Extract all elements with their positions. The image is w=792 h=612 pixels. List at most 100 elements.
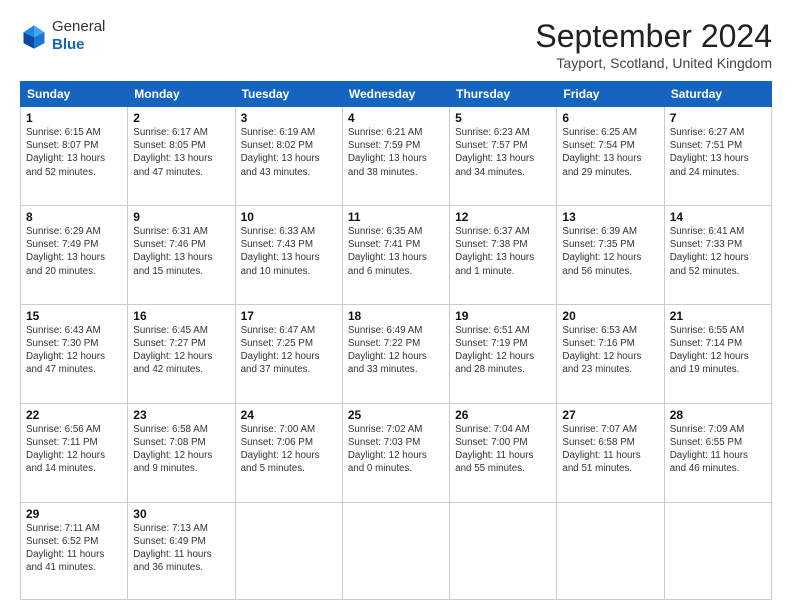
day-number: 9 [133, 210, 229, 224]
day-detail: Sunrise: 6:43 AMSunset: 7:30 PMDaylight:… [26, 324, 122, 377]
calendar-cell: 21Sunrise: 6:55 AMSunset: 7:14 PMDayligh… [664, 304, 771, 403]
day-number: 6 [562, 111, 658, 125]
week-row-3: 15Sunrise: 6:43 AMSunset: 7:30 PMDayligh… [21, 304, 772, 403]
title-block: September 2024 Tayport, Scotland, United… [535, 18, 772, 71]
day-detail: Sunrise: 6:47 AMSunset: 7:25 PMDaylight:… [241, 324, 337, 377]
day-detail: Sunrise: 7:00 AMSunset: 7:06 PMDaylight:… [241, 423, 337, 476]
month-title: September 2024 [535, 18, 772, 55]
day-number: 25 [348, 408, 444, 422]
calendar-cell: 30Sunrise: 7:13 AMSunset: 6:49 PMDayligh… [128, 502, 235, 600]
calendar-cell: 22Sunrise: 6:56 AMSunset: 7:11 PMDayligh… [21, 403, 128, 502]
col-header-sunday: Sunday [21, 82, 128, 107]
calendar-cell: 9Sunrise: 6:31 AMSunset: 7:46 PMDaylight… [128, 205, 235, 304]
calendar-cell: 28Sunrise: 7:09 AMSunset: 6:55 PMDayligh… [664, 403, 771, 502]
logo: General Blue [20, 18, 105, 54]
day-number: 28 [670, 408, 766, 422]
day-detail: Sunrise: 6:58 AMSunset: 7:08 PMDaylight:… [133, 423, 229, 476]
calendar-cell: 26Sunrise: 7:04 AMSunset: 7:00 PMDayligh… [450, 403, 557, 502]
day-detail: Sunrise: 7:07 AMSunset: 6:58 PMDaylight:… [562, 423, 658, 476]
day-detail: Sunrise: 7:02 AMSunset: 7:03 PMDaylight:… [348, 423, 444, 476]
calendar-cell: 2Sunrise: 6:17 AMSunset: 8:05 PMDaylight… [128, 107, 235, 206]
day-detail: Sunrise: 6:17 AMSunset: 8:05 PMDaylight:… [133, 126, 229, 179]
calendar-cell: 4Sunrise: 6:21 AMSunset: 7:59 PMDaylight… [342, 107, 449, 206]
day-detail: Sunrise: 6:39 AMSunset: 7:35 PMDaylight:… [562, 225, 658, 278]
calendar-cell: 13Sunrise: 6:39 AMSunset: 7:35 PMDayligh… [557, 205, 664, 304]
day-number: 19 [455, 309, 551, 323]
day-number: 30 [133, 507, 229, 521]
day-number: 14 [670, 210, 766, 224]
logo-text: General Blue [52, 18, 105, 54]
day-detail: Sunrise: 6:49 AMSunset: 7:22 PMDaylight:… [348, 324, 444, 377]
calendar-cell [342, 502, 449, 600]
day-detail: Sunrise: 6:55 AMSunset: 7:14 PMDaylight:… [670, 324, 766, 377]
day-detail: Sunrise: 7:04 AMSunset: 7:00 PMDaylight:… [455, 423, 551, 476]
day-number: 22 [26, 408, 122, 422]
calendar-cell [450, 502, 557, 600]
week-row-2: 8Sunrise: 6:29 AMSunset: 7:49 PMDaylight… [21, 205, 772, 304]
calendar-cell: 14Sunrise: 6:41 AMSunset: 7:33 PMDayligh… [664, 205, 771, 304]
location: Tayport, Scotland, United Kingdom [535, 55, 772, 71]
day-detail: Sunrise: 6:53 AMSunset: 7:16 PMDaylight:… [562, 324, 658, 377]
day-number: 13 [562, 210, 658, 224]
calendar-cell: 3Sunrise: 6:19 AMSunset: 8:02 PMDaylight… [235, 107, 342, 206]
calendar-cell: 27Sunrise: 7:07 AMSunset: 6:58 PMDayligh… [557, 403, 664, 502]
page: General Blue September 2024 Tayport, Sco… [0, 0, 792, 612]
calendar-cell: 5Sunrise: 6:23 AMSunset: 7:57 PMDaylight… [450, 107, 557, 206]
day-number: 4 [348, 111, 444, 125]
calendar-cell [557, 502, 664, 600]
calendar-table: SundayMondayTuesdayWednesdayThursdayFrid… [20, 81, 772, 600]
calendar-cell: 18Sunrise: 6:49 AMSunset: 7:22 PMDayligh… [342, 304, 449, 403]
calendar-cell: 8Sunrise: 6:29 AMSunset: 7:49 PMDaylight… [21, 205, 128, 304]
day-detail: Sunrise: 6:56 AMSunset: 7:11 PMDaylight:… [26, 423, 122, 476]
day-number: 7 [670, 111, 766, 125]
day-number: 18 [348, 309, 444, 323]
col-header-saturday: Saturday [664, 82, 771, 107]
day-detail: Sunrise: 7:11 AMSunset: 6:52 PMDaylight:… [26, 522, 122, 575]
calendar-cell: 19Sunrise: 6:51 AMSunset: 7:19 PMDayligh… [450, 304, 557, 403]
day-number: 26 [455, 408, 551, 422]
calendar-cell [235, 502, 342, 600]
col-header-monday: Monday [128, 82, 235, 107]
day-number: 5 [455, 111, 551, 125]
day-detail: Sunrise: 7:13 AMSunset: 6:49 PMDaylight:… [133, 522, 229, 575]
day-detail: Sunrise: 6:37 AMSunset: 7:38 PMDaylight:… [455, 225, 551, 278]
calendar-cell: 16Sunrise: 6:45 AMSunset: 7:27 PMDayligh… [128, 304, 235, 403]
day-detail: Sunrise: 6:29 AMSunset: 7:49 PMDaylight:… [26, 225, 122, 278]
calendar-cell: 12Sunrise: 6:37 AMSunset: 7:38 PMDayligh… [450, 205, 557, 304]
day-number: 10 [241, 210, 337, 224]
day-number: 15 [26, 309, 122, 323]
day-detail: Sunrise: 6:45 AMSunset: 7:27 PMDaylight:… [133, 324, 229, 377]
day-detail: Sunrise: 6:15 AMSunset: 8:07 PMDaylight:… [26, 126, 122, 179]
calendar-cell: 6Sunrise: 6:25 AMSunset: 7:54 PMDaylight… [557, 107, 664, 206]
calendar-cell: 15Sunrise: 6:43 AMSunset: 7:30 PMDayligh… [21, 304, 128, 403]
day-number: 8 [26, 210, 122, 224]
calendar-cell [664, 502, 771, 600]
day-number: 11 [348, 210, 444, 224]
col-header-thursday: Thursday [450, 82, 557, 107]
week-row-1: 1Sunrise: 6:15 AMSunset: 8:07 PMDaylight… [21, 107, 772, 206]
logo-icon [20, 22, 48, 50]
day-number: 24 [241, 408, 337, 422]
day-detail: Sunrise: 6:21 AMSunset: 7:59 PMDaylight:… [348, 126, 444, 179]
col-header-friday: Friday [557, 82, 664, 107]
calendar-cell: 10Sunrise: 6:33 AMSunset: 7:43 PMDayligh… [235, 205, 342, 304]
day-number: 17 [241, 309, 337, 323]
col-header-tuesday: Tuesday [235, 82, 342, 107]
calendar-cell: 17Sunrise: 6:47 AMSunset: 7:25 PMDayligh… [235, 304, 342, 403]
calendar-cell: 7Sunrise: 6:27 AMSunset: 7:51 PMDaylight… [664, 107, 771, 206]
day-detail: Sunrise: 6:51 AMSunset: 7:19 PMDaylight:… [455, 324, 551, 377]
day-number: 21 [670, 309, 766, 323]
calendar-cell: 24Sunrise: 7:00 AMSunset: 7:06 PMDayligh… [235, 403, 342, 502]
day-number: 12 [455, 210, 551, 224]
day-number: 16 [133, 309, 229, 323]
calendar-cell: 29Sunrise: 7:11 AMSunset: 6:52 PMDayligh… [21, 502, 128, 600]
day-detail: Sunrise: 6:41 AMSunset: 7:33 PMDaylight:… [670, 225, 766, 278]
logo-general: General [52, 18, 105, 35]
calendar-cell: 11Sunrise: 6:35 AMSunset: 7:41 PMDayligh… [342, 205, 449, 304]
calendar-cell: 1Sunrise: 6:15 AMSunset: 8:07 PMDaylight… [21, 107, 128, 206]
week-row-4: 22Sunrise: 6:56 AMSunset: 7:11 PMDayligh… [21, 403, 772, 502]
calendar-cell: 25Sunrise: 7:02 AMSunset: 7:03 PMDayligh… [342, 403, 449, 502]
calendar-cell: 23Sunrise: 6:58 AMSunset: 7:08 PMDayligh… [128, 403, 235, 502]
header: General Blue September 2024 Tayport, Sco… [20, 18, 772, 71]
day-detail: Sunrise: 6:33 AMSunset: 7:43 PMDaylight:… [241, 225, 337, 278]
